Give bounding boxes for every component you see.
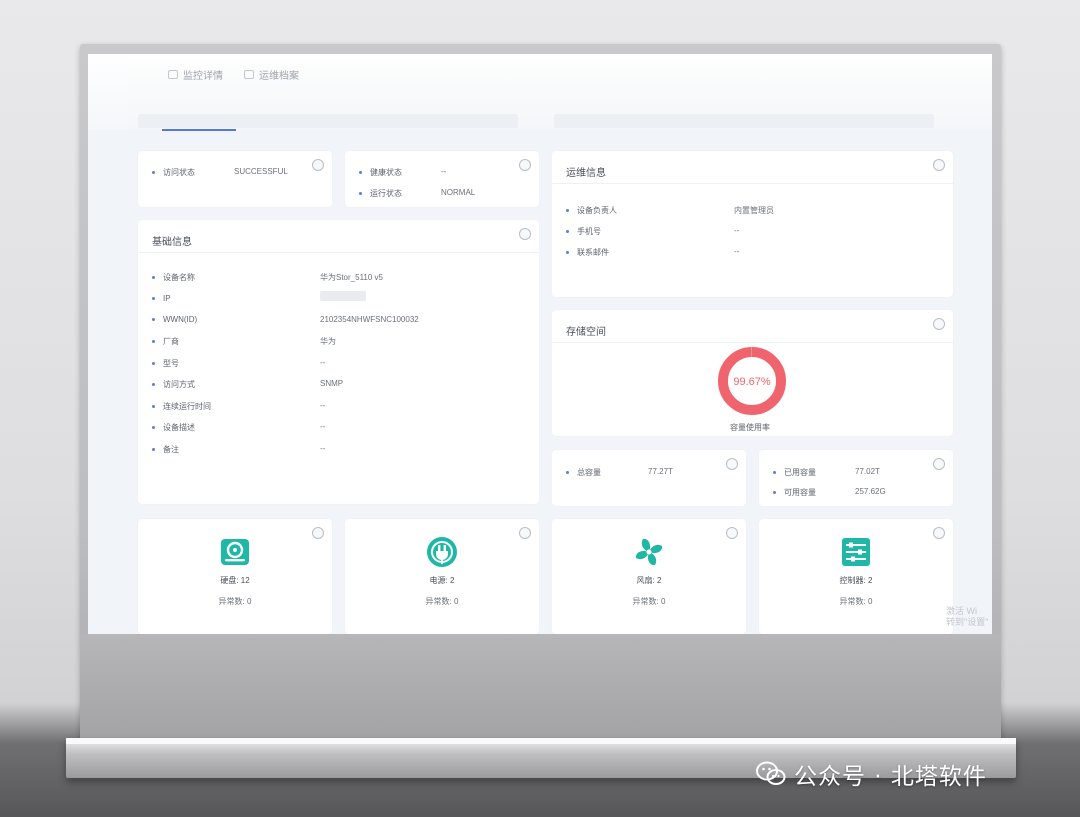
uptime-value: -- — [320, 401, 326, 410]
ip-redacted — [320, 291, 366, 301]
power-errors: 异常数: 0 — [425, 597, 459, 606]
info-key: IP — [152, 294, 171, 303]
info-icon[interactable] — [933, 159, 945, 171]
capacity-detail-card: 已用容量 77.02T 可用容量 257.62G — [759, 450, 953, 506]
info-key: 访问方式 — [152, 379, 195, 390]
wechat-icon — [756, 761, 786, 785]
phone-value: -- — [734, 226, 740, 235]
info-icon[interactable] — [312, 527, 324, 539]
info-key: 设备描述 — [152, 422, 195, 433]
info-icon[interactable] — [933, 318, 945, 330]
available-capacity-value: 257.62G — [855, 487, 886, 496]
ops-info-card: 运维信息 设备负责人 内置管理员 手机号 -- 联系邮件 -- — [552, 151, 953, 297]
controller-card: 控制器: 2 异常数: 0 — [759, 519, 953, 634]
monitor-icon — [168, 70, 178, 79]
device-name-value: 华为Stor_5110 v5 — [320, 273, 383, 282]
total-capacity-key: 总容量 — [566, 467, 601, 478]
power-count: 电源: 2 — [429, 576, 455, 585]
disk-card: 硬盘: 12 异常数: 0 — [138, 519, 332, 634]
info-key: WWN(ID) — [152, 315, 197, 324]
info-icon[interactable] — [519, 527, 531, 539]
access-status-key: 访问状态 — [152, 167, 195, 178]
info-icon[interactable] — [726, 458, 738, 470]
usage-percent-text: 99.67% — [733, 376, 771, 388]
model-value: -- — [320, 358, 326, 367]
watermark-text: 公众号 · 北塔软件 — [794, 764, 987, 790]
info-icon[interactable] — [726, 527, 738, 539]
usage-ring: 99.67% — [718, 347, 786, 415]
vendor-value: 华为 — [320, 337, 336, 346]
os-activation-watermark: 激活 Wi 转到"设置" — [946, 606, 989, 627]
divider — [552, 342, 953, 343]
tab-bar: 监控详情 运维档案 — [88, 54, 992, 131]
archive-icon — [244, 70, 254, 79]
info-key: 设备负责人 — [566, 205, 617, 216]
storage-space-card: 存储空间 99.67% 容量使用率 — [552, 310, 953, 436]
tab-label: 监控详情 — [183, 71, 223, 82]
info-key: 手机号 — [566, 226, 601, 237]
controller-icon — [842, 538, 870, 566]
tab-ops-archive[interactable]: 运维档案 — [244, 67, 299, 82]
info-key: 厂商 — [152, 336, 179, 347]
info-icon[interactable] — [933, 458, 945, 470]
controller-errors: 异常数: 0 — [839, 597, 873, 606]
health-status-card: 健康状态 -- 运行状态 NORMAL — [345, 151, 539, 207]
card-title: 运维信息 — [566, 168, 606, 179]
description-value: -- — [320, 422, 326, 431]
run-status-key: 运行状态 — [359, 188, 402, 199]
wechat-watermark: 公众号 · 北塔软件 — [756, 757, 987, 791]
access-method-value: SNMP — [320, 379, 344, 388]
info-key: 备注 — [152, 444, 179, 455]
disk-errors: 异常数: 0 — [218, 597, 252, 606]
info-icon[interactable] — [933, 527, 945, 539]
tab-label: 运维档案 — [259, 71, 299, 82]
info-key: 联系邮件 — [566, 247, 609, 258]
monitor-screen: 监控详情 运维档案 访问状态 SUCCESSFUL 健康状态 -- 运行状态 N… — [88, 54, 992, 634]
card-title: 存储空间 — [566, 327, 606, 338]
ghost-row — [138, 114, 518, 128]
wwn-value: 2102354NHWFSNC100032 — [320, 315, 419, 324]
disk-icon — [221, 539, 249, 565]
info-icon[interactable] — [519, 228, 531, 240]
available-capacity-key: 可用容量 — [773, 487, 816, 498]
power-card: 电源: 2 异常数: 0 — [345, 519, 539, 634]
info-key: 连续运行时间 — [152, 401, 211, 412]
access-status-value: SUCCESSFUL — [234, 167, 288, 176]
usage-ring-label: 容量使用率 — [730, 423, 770, 432]
fan-errors: 异常数: 0 — [632, 597, 666, 606]
used-capacity-key: 已用容量 — [773, 467, 816, 478]
basic-info-card: 基础信息 设备名称 华为Stor_5110 v5 IP WWN(ID) 2102… — [138, 220, 539, 504]
divider — [552, 183, 953, 184]
remark-value: -- — [320, 444, 326, 453]
monitor-chin — [80, 634, 1001, 742]
card-title: 基础信息 — [152, 237, 192, 248]
active-tab-indicator — [162, 129, 236, 131]
monitor-stand-edge — [66, 738, 1016, 744]
used-capacity-value: 77.02T — [855, 467, 880, 476]
owner-value: 内置管理员 — [734, 206, 774, 215]
controller-count: 控制器: 2 — [839, 576, 873, 585]
info-key: 型号 — [152, 358, 179, 369]
info-key: 设备名称 — [152, 272, 195, 283]
ghost-row — [554, 114, 934, 128]
power-icon — [427, 537, 457, 567]
total-capacity-value: 77.27T — [648, 467, 673, 476]
fan-card: 风扇: 2 异常数: 0 — [552, 519, 746, 634]
fan-count: 风扇: 2 — [636, 576, 662, 585]
total-capacity-card: 总容量 77.27T — [552, 450, 746, 506]
info-icon[interactable] — [519, 159, 531, 171]
fan-icon — [635, 538, 663, 566]
health-status-value: -- — [441, 167, 447, 176]
run-status-value: NORMAL — [441, 188, 476, 197]
tab-monitor-detail[interactable]: 监控详情 — [168, 67, 223, 82]
info-icon[interactable] — [312, 159, 324, 171]
email-value: -- — [734, 247, 740, 256]
disk-count: 硬盘: 12 — [220, 576, 250, 585]
access-status-card: 访问状态 SUCCESSFUL — [138, 151, 332, 207]
health-status-key: 健康状态 — [359, 167, 402, 178]
divider — [138, 252, 539, 253]
